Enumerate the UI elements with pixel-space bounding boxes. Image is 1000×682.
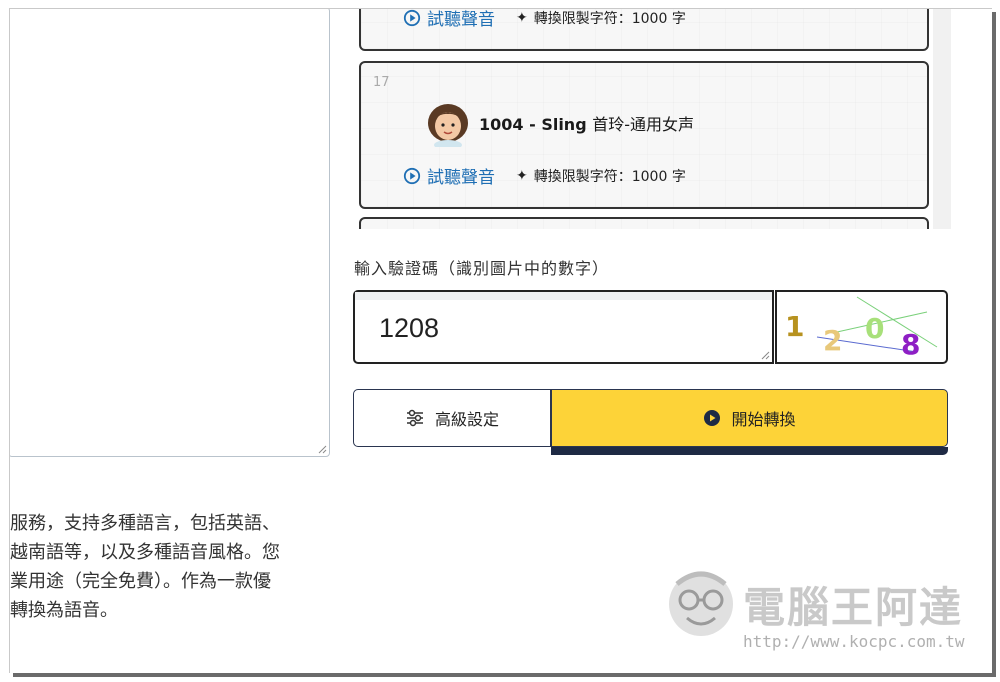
advanced-settings-button[interactable]: 高級設定 [353, 389, 551, 447]
watermark: 電腦王阿達 http://www.kocpc.com.tw [665, 564, 965, 664]
description-line: 越南語等，以及多種語音風格。您 [10, 542, 280, 563]
description-line: 服務，支持多種語言，包括英語、 [10, 513, 280, 534]
description-text: 服務，支持多種語言，包括英語、 越南語等，以及多種語音風格。您 業用途（完全免費… [10, 509, 330, 625]
captcha-digit: 8 [901, 328, 920, 361]
captcha-input[interactable] [377, 312, 741, 345]
listen-label: 試聽聲音 [427, 168, 495, 188]
char-limit: ✦ 轉換限製字符：1000 字 [516, 9, 686, 28]
captcha-image[interactable]: 1 2 0 8 [775, 290, 948, 364]
start-convert-button[interactable]: 開始轉換 [551, 389, 948, 447]
mascot-logo-icon [669, 571, 733, 636]
captcha-digit: 1 [785, 310, 804, 343]
watermark-url: http://www.kocpc.com.tw [743, 632, 965, 651]
captcha-digit: 2 [823, 324, 842, 357]
char-limit-label: 轉換限製字符：1000 字 [533, 11, 686, 27]
voice-card[interactable]: 試聽聲音 ✦ 轉換限製字符：1000 字 [359, 9, 929, 51]
page-frame: 服務，支持多種語言，包括英語、 越南語等，以及多種語音風格。您 業用途（完全免費… [9, 8, 992, 673]
watermark-title: 電腦王阿達 [743, 583, 964, 632]
button-underline [551, 447, 948, 455]
voice-card[interactable] [359, 217, 929, 229]
voice-cn-name: 首玲-通用女声 [592, 115, 695, 134]
captcha-digit: 0 [865, 312, 884, 345]
sparkle-icon: ✦ [516, 168, 528, 184]
captcha-label: 輸入驗證碼（識別圖片中的數字） [354, 259, 610, 278]
avatar [428, 104, 468, 147]
play-circle-icon [403, 167, 421, 184]
sliders-icon [406, 409, 423, 427]
description-line: 業用途（完全免費）。作為一款優 [10, 571, 271, 592]
card-index: 17 [373, 75, 390, 90]
sparkle-icon: ✦ [516, 10, 528, 26]
play-icon [704, 410, 721, 426]
listen-button[interactable]: 試聽聲音 [403, 9, 495, 30]
listen-button[interactable]: 試聽聲音 [403, 163, 495, 188]
voice-name: 1004 - Sling 首玲-通用女声 [479, 111, 694, 135]
captcha-field[interactable] [353, 290, 774, 364]
advanced-settings-label: 高級設定 [434, 410, 499, 429]
scrollbar[interactable] [933, 9, 951, 229]
start-convert-label: 開始轉換 [731, 410, 796, 429]
resize-grip-icon[interactable] [317, 444, 327, 454]
play-circle-icon [403, 9, 421, 26]
listen-label: 試聽聲音 [427, 10, 495, 30]
char-limit-label: 轉換限製字符：1000 字 [533, 169, 686, 185]
description-line: 轉換為語音。 [10, 600, 118, 621]
voice-list[interactable]: 試聽聲音 ✦ 轉換限製字符：1000 字 17 1004 - Sling 首玲-… [353, 9, 951, 229]
text-input-area[interactable] [10, 9, 330, 457]
voice-card[interactable]: 17 1004 - Sling 首玲-通用女声 試聽聲音 ✦ 轉換限製字符：10… [359, 61, 929, 209]
char-limit: ✦ 轉換限製字符：1000 字 [516, 166, 686, 186]
resize-grip-icon[interactable] [760, 350, 770, 360]
voice-id-name: 1004 - Sling [479, 115, 587, 134]
